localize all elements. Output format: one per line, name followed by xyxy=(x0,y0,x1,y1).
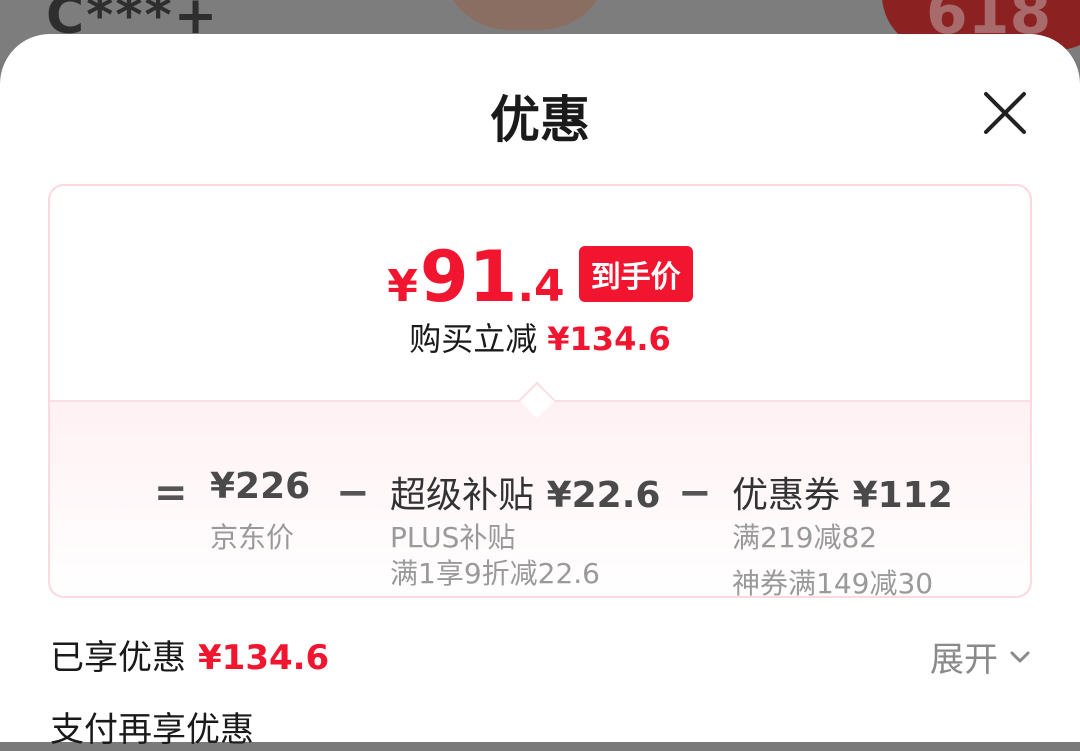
coupon-label: 优惠券 xyxy=(732,475,841,516)
subsidy-amount: ¥22.6 xyxy=(546,475,661,516)
final-price: ¥ 91 .4 xyxy=(387,242,564,312)
coupon-amount: ¥112 xyxy=(852,475,953,516)
jd-price-label: 京东价 xyxy=(210,521,295,554)
close-icon[interactable] xyxy=(978,86,1032,140)
chevron-down-icon xyxy=(1010,651,1030,662)
subsidy-row: 超级补贴 ¥22.6 xyxy=(390,466,660,518)
subsidy-sub-rule: 满1享9折减22.6 xyxy=(390,557,600,590)
sheet-title: 优惠 xyxy=(490,91,590,149)
final-price-decimal: .4 xyxy=(517,261,565,312)
minus-sign-1: − xyxy=(336,470,370,516)
minus-sign-2: − xyxy=(678,470,712,516)
enjoyed-discount-row: 已享优惠 ¥134.6 xyxy=(50,630,329,679)
subsidy-sub-plus: PLUS补贴 xyxy=(390,521,516,554)
expand-label: 展开 xyxy=(930,640,998,680)
final-price-tag: 到手价 xyxy=(578,246,693,302)
equals-sign: = xyxy=(154,470,188,516)
coupon-row: 优惠券 ¥112 xyxy=(732,466,953,518)
instant-discount-amount: ¥134.6 xyxy=(547,320,671,358)
final-price-integer: 91 xyxy=(419,236,518,318)
instant-discount-row: 购买立减 ¥134.6 xyxy=(50,314,1030,360)
coupon-sub-1: 满219减82 xyxy=(732,521,878,554)
final-price-currency: ¥ xyxy=(387,261,418,312)
payment-discount-row[interactable]: 支付再享优惠 xyxy=(50,702,254,751)
price-breakdown-card: ¥ 91 .4 到手价 购买立减 ¥134.6 = ¥226 京东价 − 超级补贴… xyxy=(48,184,1032,598)
jd-price: ¥226 xyxy=(210,466,311,507)
coupon-sub-2: 神券满149减30 xyxy=(732,567,934,598)
enjoyed-discount-amount: ¥134.6 xyxy=(198,638,330,678)
expand-button[interactable]: 展开 xyxy=(930,632,1032,681)
final-price-row: ¥ 91 .4 到手价 xyxy=(50,242,1030,312)
instant-discount-label: 购买立减 xyxy=(409,320,538,358)
enjoyed-discount-label: 已享优惠 xyxy=(50,638,186,678)
subsidy-label: 超级补贴 xyxy=(390,475,535,516)
background-model-image xyxy=(440,0,610,30)
